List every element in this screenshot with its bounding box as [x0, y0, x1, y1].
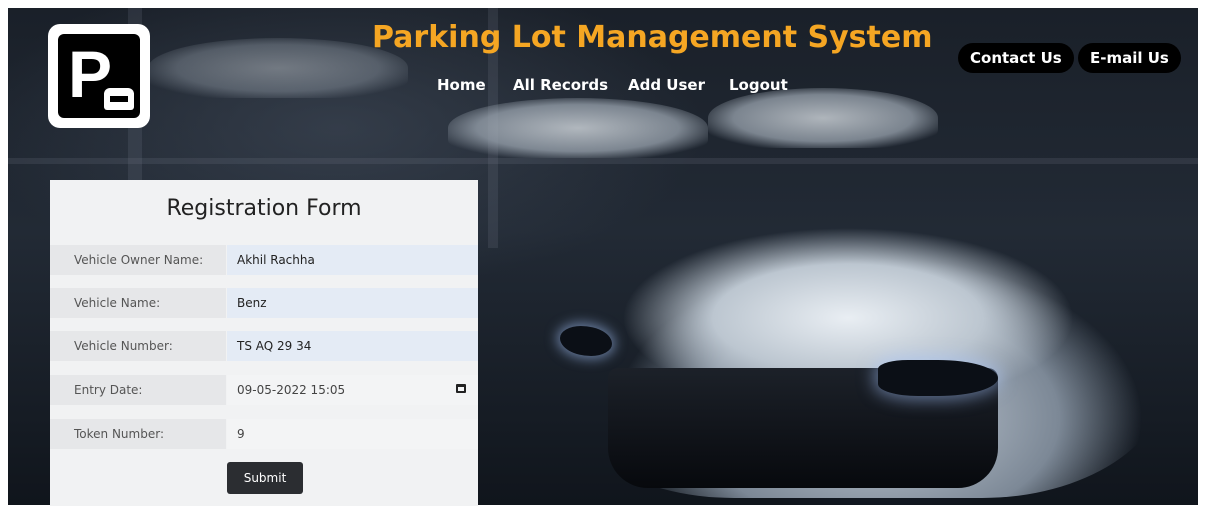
car-icon	[104, 88, 134, 110]
form-title: Registration Form	[166, 196, 362, 221]
parking-logo: P	[48, 24, 150, 128]
submit-button[interactable]: Submit	[227, 462, 303, 494]
site-title: Parking Lot Management System	[372, 20, 933, 55]
form-row-owner: Vehicle Owner Name: Akhil Rachha	[50, 245, 478, 275]
nav-add-user[interactable]: Add User	[628, 76, 705, 94]
form-row-token: Token Number: 9	[50, 419, 478, 449]
parking-icon: P	[58, 34, 140, 118]
form-row-vehicle-number: Vehicle Number: TS AQ 29 34	[50, 331, 478, 361]
nav-home[interactable]: Home	[437, 76, 486, 94]
nav-logout[interactable]: Logout	[729, 76, 788, 94]
nav-all-records[interactable]: All Records	[513, 76, 608, 94]
entry-date-input[interactable]: 09-05-2022 15:05	[227, 375, 478, 405]
field-label: Vehicle Owner Name:	[50, 245, 226, 275]
calendar-icon[interactable]	[456, 384, 466, 393]
registration-form: Registration Form Vehicle Owner Name: Ak…	[50, 180, 478, 506]
field-label: Vehicle Number:	[50, 331, 226, 361]
background-car-image	[448, 98, 708, 158]
email-us-button[interactable]: E-mail Us	[1078, 43, 1181, 73]
garage-beam	[8, 158, 1198, 164]
contact-us-button[interactable]: Contact Us	[958, 43, 1074, 73]
vehicle-number-input[interactable]: TS AQ 29 34	[227, 331, 478, 361]
form-row-vehicle-name: Vehicle Name: Benz	[50, 288, 478, 318]
field-label: Entry Date:	[50, 375, 226, 405]
form-row-entry-date: Entry Date: 09-05-2022 15:05	[50, 375, 478, 405]
owner-name-input[interactable]: Akhil Rachha	[227, 245, 478, 275]
background-car-image	[148, 38, 408, 98]
token-number-input[interactable]: 9	[227, 419, 478, 449]
entry-date-value: 09-05-2022 15:05	[237, 383, 346, 397]
car-headlight	[878, 360, 998, 396]
vehicle-name-input[interactable]: Benz	[227, 288, 478, 318]
field-label: Token Number:	[50, 419, 226, 449]
field-label: Vehicle Name:	[50, 288, 226, 318]
background-car-image	[708, 88, 938, 148]
